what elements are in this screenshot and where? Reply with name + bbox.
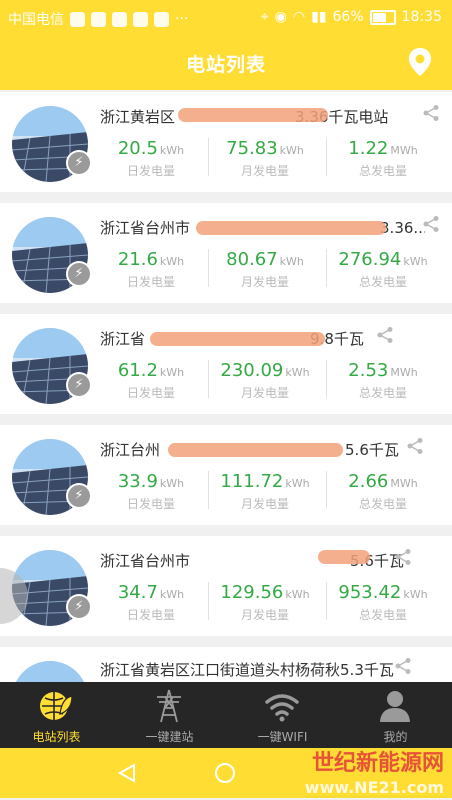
share-icon[interactable] [394, 548, 412, 566]
daily-energy: 33.9 kWh 日发电量 [117, 471, 185, 511]
solar-panel-thumbnail [12, 661, 88, 682]
monthly-energy: 111.72 kWh 月发电量 [220, 471, 310, 511]
station-name: 浙江省黄岩区江口街道道头村杨荷秋5.3千瓦 [100, 661, 394, 679]
station-card[interactable]: ⚡ 浙江黄岩区 3.36千瓦电站 20.5 kWh 日发电量 75.83 kWh 月发电量… [0, 92, 452, 192]
daily-energy: 34.7 kWh 日发电量 [117, 582, 185, 622]
total-energy: 276.94 kWh 总发电量 [338, 249, 428, 289]
station-card[interactable]: ⚡ 浙江台州 5.6千瓦 33.9 kWh 日发电量 111.72 kWh 月发电量 2.… [0, 425, 452, 525]
monthly-energy: 75.83 kWh 月发电量 [226, 138, 304, 178]
clock: 18:35 [401, 9, 442, 25]
divider [208, 582, 209, 620]
total-energy: 2.53 MWh 总发电量 [348, 360, 418, 400]
total-energy: 2.66 MWh 总发电量 [348, 471, 418, 511]
divider [326, 360, 327, 398]
station-name: 浙江省台州市 5.6千瓦 [100, 552, 404, 570]
daily-energy: 61.2 kWh 日发电量 [117, 360, 185, 400]
redaction-mark [150, 332, 325, 346]
divider [208, 471, 209, 509]
tab-station-list[interactable]: 电站列表 [0, 682, 113, 748]
lightning-badge-icon: ⚡ [66, 594, 92, 620]
station-card[interactable]: ⚡ 浙江省台州市 5.6千瓦 34.7 kWh 日发电量 129.56 kWh 月发电量 … [0, 536, 452, 636]
music-icon [91, 11, 106, 27]
share-icon[interactable] [406, 437, 424, 455]
mail-icon [133, 11, 148, 27]
wechat-icon [70, 11, 85, 27]
tab-quick-build[interactable]: 一键建站 [113, 682, 226, 748]
station-card[interactable]: 浙江省黄岩区江口街道道头村杨荷秋5.3千瓦 [0, 647, 452, 682]
lightning-badge-icon: ⚡ [66, 372, 92, 398]
app-bar: 电站列表 [0, 36, 452, 90]
daily-energy: 20.5 kWh 日发电量 [117, 138, 185, 178]
divider [326, 582, 327, 620]
divider [326, 138, 327, 176]
lightning-badge-icon: ⚡ [66, 483, 92, 509]
eye-icon: ◉ [274, 9, 287, 25]
wifi-icon [265, 694, 299, 722]
station-list[interactable]: ⚡ 浙江黄岩区 3.36千瓦电站 20.5 kWh 日发电量 75.83 kWh 月发电量… [0, 92, 452, 682]
daily-energy: 21.6 kWh 日发电量 [117, 249, 185, 289]
signal-icon: ▮▮ [311, 9, 327, 25]
person-icon [380, 691, 410, 722]
redaction-mark [196, 221, 386, 235]
share-icon[interactable] [376, 326, 394, 344]
redaction-mark [178, 108, 328, 122]
lightning-badge-icon: ⚡ [66, 261, 92, 287]
share-icon[interactable] [422, 215, 440, 233]
total-energy: 1.22 MWh 总发电量 [348, 138, 418, 178]
globe-leaf-icon [40, 692, 73, 720]
total-energy: 953.42 kWh 总发电量 [338, 582, 428, 622]
divider [326, 471, 327, 509]
lightning-badge-icon: ⚡ [66, 150, 92, 176]
wifi-status-icon: ◠ [292, 9, 306, 25]
monthly-energy: 230.09 kWh 月发电量 [220, 360, 310, 400]
location-status-icon: ⌖ [260, 9, 269, 25]
bottom-tab-bar: 电站列表 一键建站 一键WIFI 我的 [0, 682, 452, 748]
station-card[interactable]: ⚡ 浙江省 9.8千瓦 61.2 kWh 日发电量 230.09 kWh 月发电量 2.5… [0, 314, 452, 414]
status-bar: 中国电信 ··· ⌖ ◉ ◠ ▮▮ 66% 18:35 [0, 0, 452, 36]
divider [326, 249, 327, 287]
watermark: 世纪新能源网 www.NE21.com [304, 751, 444, 798]
divider [208, 360, 209, 398]
video-icon [112, 11, 127, 27]
back-icon[interactable] [116, 762, 138, 784]
home-icon[interactable] [214, 762, 236, 784]
monthly-energy: 129.56 kWh 月发电量 [220, 582, 310, 622]
page-title: 电站列表 [185, 54, 266, 76]
app-icon [154, 11, 169, 27]
carrier-label: 中国电信 [8, 12, 64, 28]
share-icon[interactable] [422, 104, 440, 122]
map-pin-icon[interactable] [406, 46, 434, 78]
tab-quick-wifi[interactable]: 一键WIFI [226, 682, 339, 748]
divider [208, 138, 209, 176]
redaction-mark [318, 550, 370, 564]
battery-icon [369, 9, 396, 25]
more-notifications-icon: ··· [175, 11, 189, 27]
share-icon[interactable] [394, 657, 412, 675]
divider [208, 249, 209, 287]
redaction-mark [168, 443, 343, 457]
battery-percent: 66% [332, 9, 364, 25]
tab-mine[interactable]: 我的 [339, 682, 452, 748]
monthly-energy: 80.67 kWh 月发电量 [226, 249, 304, 289]
power-tower-icon [157, 689, 181, 723]
station-card[interactable]: ⚡ 浙江省台州市 3.36... 21.6 kWh 日发电量 80.67 kWh 月发电量… [0, 203, 452, 303]
